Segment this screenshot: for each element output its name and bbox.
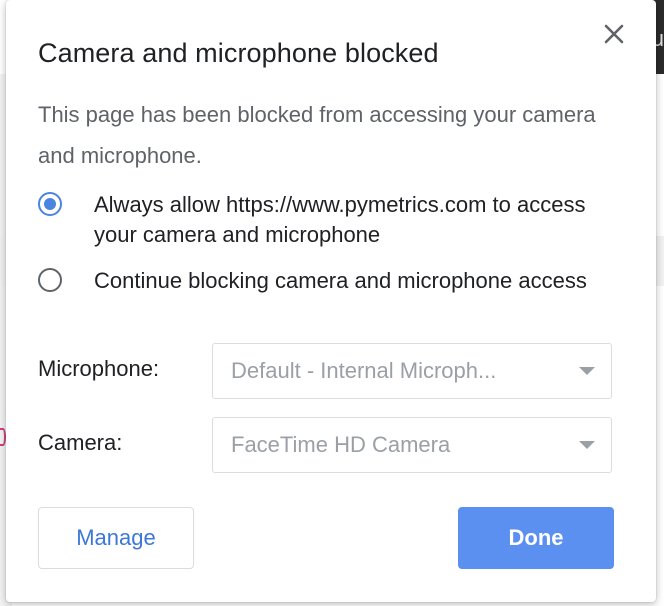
chevron-down-icon [579,367,595,375]
camera-label: Camera: [38,430,123,455]
radio-checked-icon[interactable] [38,192,62,216]
option-always-allow-label: Always allow https://www.pymetrics.com t… [94,192,586,247]
permission-dialog: Camera and microphone blocked This page … [6,0,656,602]
dialog-title: Camera and microphone blocked [38,38,439,68]
manage-button[interactable]: Manage [38,507,194,569]
microphone-select[interactable]: Default - Internal Microph... [212,343,612,399]
camera-select-value: FaceTime HD Camera [231,432,451,457]
close-icon [604,24,624,44]
option-continue-blocking-label: Continue blocking camera and microphone … [94,268,587,293]
chevron-down-icon [579,441,595,449]
dialog-description: This page has been blocked from accessin… [38,102,596,168]
radio-unchecked-icon[interactable] [38,268,62,292]
microphone-label: Microphone: [38,356,160,381]
close-button[interactable] [602,22,626,46]
camera-select[interactable]: FaceTime HD Camera [212,417,612,473]
done-button[interactable]: Done [458,507,614,569]
microphone-select-value: Default - Internal Microph... [231,358,497,383]
